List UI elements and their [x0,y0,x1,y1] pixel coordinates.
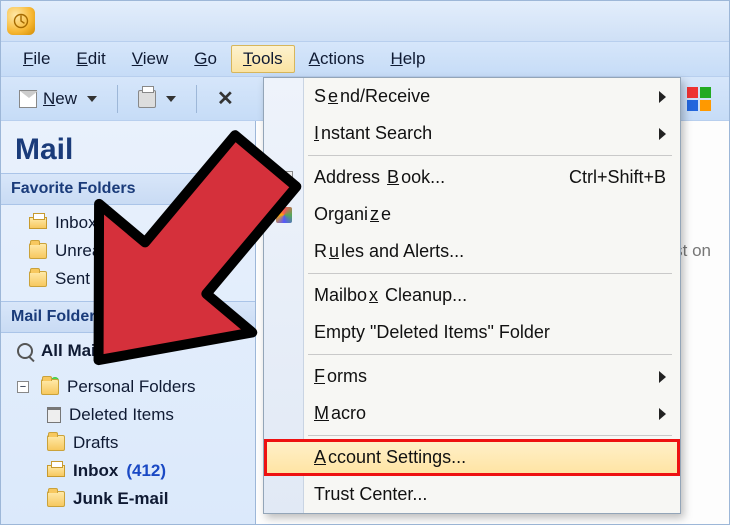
folder-icon [29,271,47,287]
menu-separator [308,155,672,156]
categories-icon [687,87,711,111]
outlook-app-icon [7,7,35,35]
chevron-down-icon [87,96,97,102]
organize-icon [274,205,294,225]
unread-count: (412) [126,461,166,481]
menu-item-label: Trust Center... [314,484,427,505]
folder-icon [47,491,65,507]
new-button[interactable]: New [11,85,105,113]
search-icon [17,343,33,359]
titlebar [1,1,729,41]
list-item-label: Inbox [73,461,118,481]
toolbar-divider [117,85,118,113]
menu-separator [308,435,672,436]
favorite-folders-list: Inbox Unread Mail Sent Items [1,205,255,301]
favorite-folders-label: Favorite Folders [11,180,135,198]
inbox-icon [47,465,65,477]
menu-edit[interactable]: Edit [64,45,117,73]
categories-button[interactable] [679,83,719,115]
toolbar-divider [196,85,197,113]
menu-organize[interactable]: Organize [264,196,680,233]
address-book-icon [274,168,294,188]
menu-macro[interactable]: Macro [264,395,680,432]
delete-button[interactable]: ✕ [209,82,242,115]
list-item-label: Unread Mail [55,241,147,261]
submenu-arrow-icon [659,371,666,383]
print-button[interactable] [130,86,184,112]
fav-inbox[interactable]: Inbox [27,209,249,237]
navigation-pane: Mail Favorite Folders « Inbox Unread Mai… [1,121,256,524]
nav-title: Mail [1,125,255,173]
mail-folders-list: All Mail Items − Personal Folders Delete… [1,333,255,521]
submenu-arrow-icon [659,91,666,103]
menu-trust-center[interactable]: Trust Center... [264,476,680,513]
menu-empty-deleted[interactable]: Empty "Deleted Items" Folder [264,314,680,351]
menu-address-book[interactable]: Address Book... Ctrl+Shift+B [264,159,680,196]
trash-icon [47,407,61,423]
inbox-icon [29,217,47,229]
chevron-down-icon [166,96,176,102]
menu-separator [308,273,672,274]
menu-forms[interactable]: Forms [264,358,680,395]
menu-separator [308,354,672,355]
tree-collapse-icon[interactable]: − [17,381,29,393]
menu-view[interactable]: View [120,45,181,73]
folder-drafts[interactable]: Drafts [45,429,249,457]
mail-folders-header[interactable]: Mail Folders ⌄ [1,301,255,333]
collapse-chevrons-icon[interactable]: « [237,181,245,197]
menu-mailbox-cleanup[interactable]: Mailbox Cleanup... [264,277,680,314]
menu-item-label: Empty "Deleted Items" Folder [314,322,550,343]
folder-junk[interactable]: Junk E-mail [45,485,249,513]
fav-unread[interactable]: Unread Mail [27,237,249,265]
personal-folders-icon [41,379,59,395]
delete-x-icon: ✕ [217,86,234,111]
fav-sent[interactable]: Sent Items [27,265,249,293]
list-item-label: Junk E-mail [73,489,168,509]
expand-chevrons-icon[interactable]: ⌄ [233,309,245,326]
folder-icon [47,435,65,451]
menu-go[interactable]: Go [182,45,229,73]
list-item-label: Personal Folders [67,377,196,397]
menu-account-settings[interactable]: Account Settings... [264,439,680,476]
outlook-window: File Edit View Go Tools Actions Help New… [0,0,730,525]
mail-folders-label: Mail Folders [11,308,104,326]
favorite-folders-header[interactable]: Favorite Folders « [1,173,255,205]
menu-tools[interactable]: Tools [231,45,295,73]
menu-instant-search[interactable]: Instant Search [264,115,680,152]
list-item-label: All Mail Items [41,341,150,361]
menu-accelerator: Ctrl+Shift+B [569,167,666,188]
printer-icon [138,90,156,108]
folder-inbox[interactable]: Inbox (412) [45,457,249,485]
folder-icon [29,243,47,259]
tools-dropdown: Send/Receive Instant Search Address Book… [263,77,681,514]
list-item-label: Deleted Items [69,405,174,425]
list-item-label: Inbox [55,213,97,233]
menu-actions[interactable]: Actions [297,45,377,73]
folder-deleted[interactable]: Deleted Items [45,401,249,429]
submenu-arrow-icon [659,408,666,420]
personal-folders[interactable]: − Personal Folders [15,373,249,401]
list-item-label: Drafts [73,433,118,453]
list-item-label: Sent Items [55,269,136,289]
mail-new-icon [19,90,37,108]
menubar: File Edit View Go Tools Actions Help [1,41,729,77]
menu-help[interactable]: Help [378,45,437,73]
menu-send-receive[interactable]: Send/Receive [264,78,680,115]
all-mail-items[interactable]: All Mail Items [15,337,249,365]
menu-rules-alerts[interactable]: Rules and Alerts... [264,233,680,270]
submenu-arrow-icon [659,128,666,140]
menu-file[interactable]: File [11,45,62,73]
